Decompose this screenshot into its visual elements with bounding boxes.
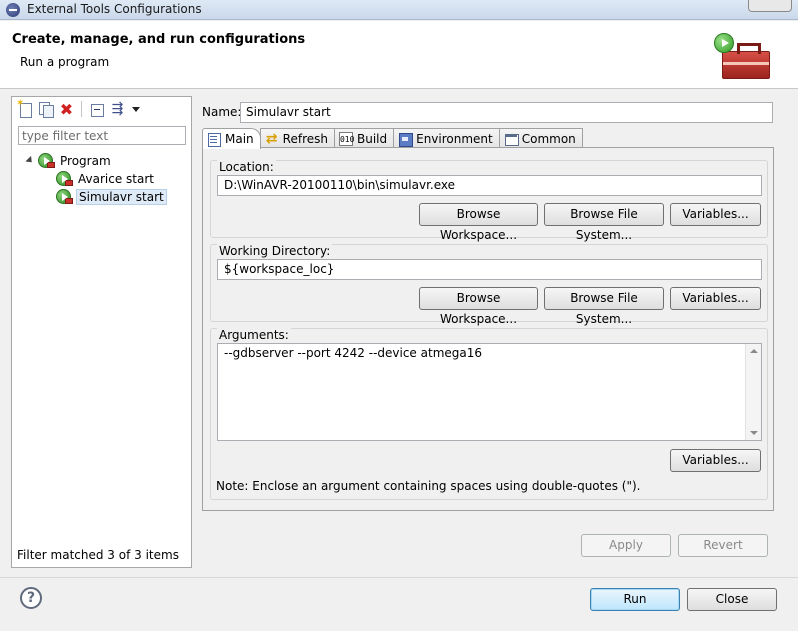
tree-node-label: Simulavr start	[76, 189, 167, 205]
tab-label: Build	[356, 131, 388, 146]
location-browse-file-system-button[interactable]: Browse File System...	[544, 203, 664, 242]
environment-icon	[398, 132, 414, 147]
close-button[interactable]: Close	[687, 588, 777, 611]
tab-label: Environment	[416, 131, 493, 146]
name-field[interactable]: Simulavr start	[240, 102, 773, 123]
view-menu-chevron-down-icon[interactable]	[132, 106, 140, 112]
tree-node-simulavr-start[interactable]: Simulavr start	[56, 188, 167, 206]
config-toolbar: ✖ ⇶	[16, 98, 140, 118]
window-close-button[interactable]	[748, 0, 792, 12]
build-icon: 010	[338, 131, 354, 146]
program-config-icon	[56, 171, 73, 186]
arguments-value: --gdbserver --port 4242 --device atmega1…	[224, 346, 482, 360]
collapse-all-icon[interactable]	[88, 101, 105, 118]
arguments-note: Note: Enclose an argument containing spa…	[216, 479, 641, 493]
expand-arrow-icon[interactable]	[25, 155, 35, 166]
tab-label: Refresh	[282, 131, 328, 146]
tab-label: Main	[225, 132, 254, 146]
config-tabs: Main ⇄ Refresh 010 Build Environment Com…	[202, 128, 583, 149]
working-dir-variables-button[interactable]: Variables...	[670, 287, 761, 310]
program-config-icon	[56, 189, 73, 204]
header-title: Create, manage, and run configurations	[12, 32, 306, 47]
arguments-variables-button[interactable]: Variables...	[670, 449, 761, 472]
title-bar: External Tools Configurations	[0, 0, 798, 20]
filter-configurations-icon[interactable]: ⇶	[109, 101, 126, 118]
tab-build[interactable]: 010 Build	[333, 128, 395, 148]
location-label: Location:	[217, 160, 276, 174]
run-button[interactable]: Run	[590, 588, 680, 611]
tab-common[interactable]: Common	[498, 128, 583, 148]
scroll-down-arrow-icon[interactable]	[750, 431, 758, 435]
refresh-icon: ⇄	[265, 130, 278, 147]
arguments-scrollbar[interactable]	[745, 344, 761, 440]
tab-label: Common	[521, 131, 576, 146]
configuration-tree: Program Avarice start Simulavr start	[24, 152, 167, 206]
filter-input[interactable]	[18, 126, 186, 145]
toolbar-separator	[81, 101, 82, 117]
apply-button[interactable]: Apply	[581, 534, 671, 557]
working-directory-label: Working Directory:	[217, 244, 333, 258]
name-label: Name:	[202, 105, 242, 119]
tab-main[interactable]: Main	[202, 128, 261, 149]
tree-node-avarice-start[interactable]: Avarice start	[56, 170, 167, 188]
help-icon[interactable]: ?	[20, 587, 42, 609]
tree-node-program[interactable]: Program	[24, 152, 167, 170]
arguments-textarea[interactable]: --gdbserver --port 4242 --device atmega1…	[217, 343, 762, 441]
working-dir-browse-file-system-button[interactable]: Browse File System...	[544, 287, 664, 326]
arguments-label: Arguments:	[217, 328, 291, 342]
main-tab-icon	[207, 132, 221, 147]
delete-configuration-icon[interactable]: ✖	[58, 101, 75, 118]
location-variables-button[interactable]: Variables...	[670, 203, 761, 226]
eclipse-icon	[6, 3, 20, 17]
revert-button[interactable]: Revert	[678, 534, 768, 557]
working-directory-input[interactable]: ${workspace_loc}	[217, 259, 762, 280]
location-browse-workspace-button[interactable]: Browse Workspace...	[419, 203, 538, 242]
location-group: Location: D:\WinAVR-20100110\bin\simulav…	[210, 160, 768, 242]
filter-status: Filter matched 3 of 3 items	[17, 548, 179, 562]
duplicate-configuration-icon[interactable]	[37, 101, 54, 118]
footer-divider	[0, 577, 798, 578]
tree-node-label: Avarice start	[78, 172, 154, 186]
working-dir-browse-workspace-button[interactable]: Browse Workspace...	[419, 287, 538, 326]
program-icon	[38, 153, 55, 168]
working-directory-group: Working Directory: ${workspace_loc} Brow…	[210, 244, 768, 326]
main-tab-panel: Location: D:\WinAVR-20100110\bin\simulav…	[202, 147, 774, 511]
tab-environment[interactable]: Environment	[393, 128, 500, 148]
window-title: External Tools Configurations	[27, 2, 202, 16]
configuration-list-panel: ✖ ⇶ Program Avarice start Simulavr start…	[11, 96, 192, 568]
common-icon	[504, 132, 519, 146]
header-subtitle: Run a program	[20, 55, 110, 69]
location-input[interactable]: D:\WinAVR-20100110\bin\simulavr.exe	[217, 175, 762, 196]
external-tools-toolbox-icon	[714, 33, 774, 83]
new-configuration-icon[interactable]	[16, 98, 33, 118]
tree-node-label: Program	[60, 154, 111, 168]
arguments-group: Arguments: --gdbserver --port 4242 --dev…	[210, 328, 768, 500]
tab-refresh[interactable]: ⇄ Refresh	[259, 128, 335, 148]
scroll-up-arrow-icon[interactable]	[750, 349, 758, 353]
dialog-header: Create, manage, and run configurations R…	[0, 21, 798, 89]
